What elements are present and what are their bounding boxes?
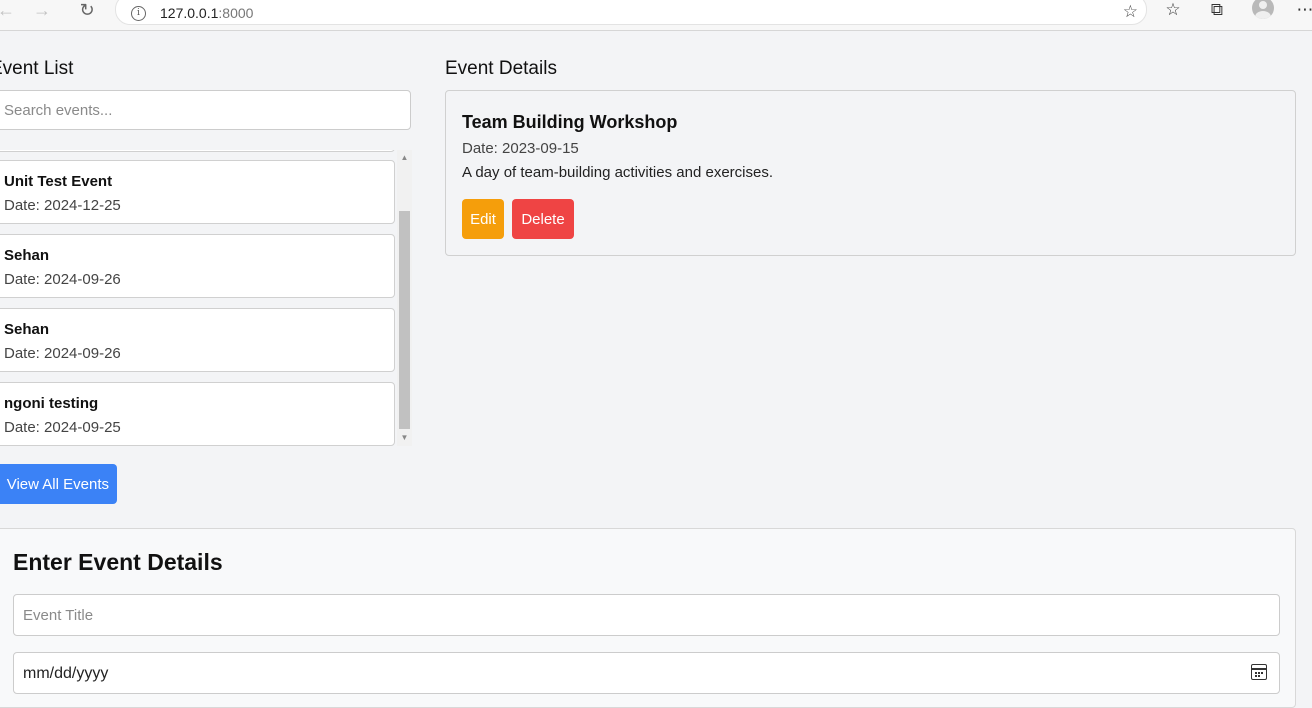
event-date-input[interactable]: mm/dd/yyyy (13, 652, 1280, 694)
list-item[interactable]: Sehan Date: 2024-09-26 (0, 308, 395, 372)
address-bar[interactable]: i 127.0.0.1:8000 ☆ (115, 0, 1147, 25)
add-favorite-icon[interactable]: ☆ (1123, 2, 1138, 22)
list-item[interactable]: Sehan Date: 2024-09-26 (0, 234, 395, 298)
event-date: Date: 2024-09-26 (4, 345, 121, 362)
url-host: 127.0.0.1 (160, 5, 219, 21)
browser-toolbar: ← → ↻ i 127.0.0.1:8000 ☆ ☆ ⧉ ⋯ (0, 0, 1312, 31)
event-details-card: Team Building Workshop Date: 2023-09-15 … (445, 90, 1296, 256)
event-list-heading: Event List (0, 58, 74, 79)
event-details-heading: Event Details (445, 58, 557, 79)
event-date: Date: 2024-09-26 (4, 271, 121, 288)
view-all-events-button[interactable]: View All Events (0, 464, 117, 504)
list-item[interactable]: Unit Test Event Date: 2024-12-25 (0, 160, 395, 224)
forward-arrow-icon[interactable]: → (30, 0, 54, 22)
scroll-up-arrow-icon[interactable]: ▲ (397, 152, 412, 164)
list-item[interactable]: ngoni testing Date: 2024-09-25 (0, 382, 395, 446)
form-heading: Enter Event Details (13, 549, 223, 575)
collections-icon[interactable]: ⧉ (1205, 0, 1229, 22)
event-title-input[interactable] (13, 594, 1280, 636)
search-input[interactable] (0, 90, 411, 130)
calendar-icon[interactable] (1251, 664, 1267, 680)
detail-description: A day of team-building activities and ex… (462, 164, 773, 181)
event-title: Unit Test Event (4, 173, 113, 190)
edit-button[interactable]: Edit (462, 199, 504, 239)
profile-avatar[interactable] (1252, 0, 1274, 19)
event-date: Date: 2024-09-25 (4, 419, 121, 436)
event-date: Date: 2024-12-25 (4, 197, 121, 214)
site-info-icon[interactable]: i (131, 6, 146, 21)
date-placeholder: mm/dd/yyyy (23, 665, 109, 682)
list-item[interactable] (0, 150, 395, 152)
event-title: ngoni testing (4, 395, 99, 412)
address-url[interactable]: 127.0.0.1:8000 (160, 5, 253, 21)
delete-button[interactable]: Delete (512, 199, 574, 239)
scrollbar-thumb[interactable] (399, 211, 410, 429)
detail-date: Date: 2023-09-15 (462, 140, 579, 157)
event-title: Sehan (4, 247, 50, 264)
event-list-scrollbar[interactable]: ▲ ▼ (397, 150, 412, 446)
favorites-icon[interactable]: ☆ (1161, 0, 1185, 22)
event-form: Enter Event Details mm/dd/yyyy (0, 528, 1296, 708)
scroll-down-arrow-icon[interactable]: ▼ (397, 432, 412, 444)
event-list[interactable]: Unit Test Event Date: 2024-12-25 Sehan D… (0, 150, 412, 446)
url-port: :8000 (218, 5, 254, 21)
reload-icon[interactable]: ↻ (75, 0, 99, 22)
detail-title: Team Building Workshop (462, 112, 678, 132)
more-menu-icon[interactable]: ⋯ (1293, 0, 1312, 22)
event-title: Sehan (4, 321, 50, 338)
back-arrow-icon[interactable]: ← (0, 0, 18, 22)
